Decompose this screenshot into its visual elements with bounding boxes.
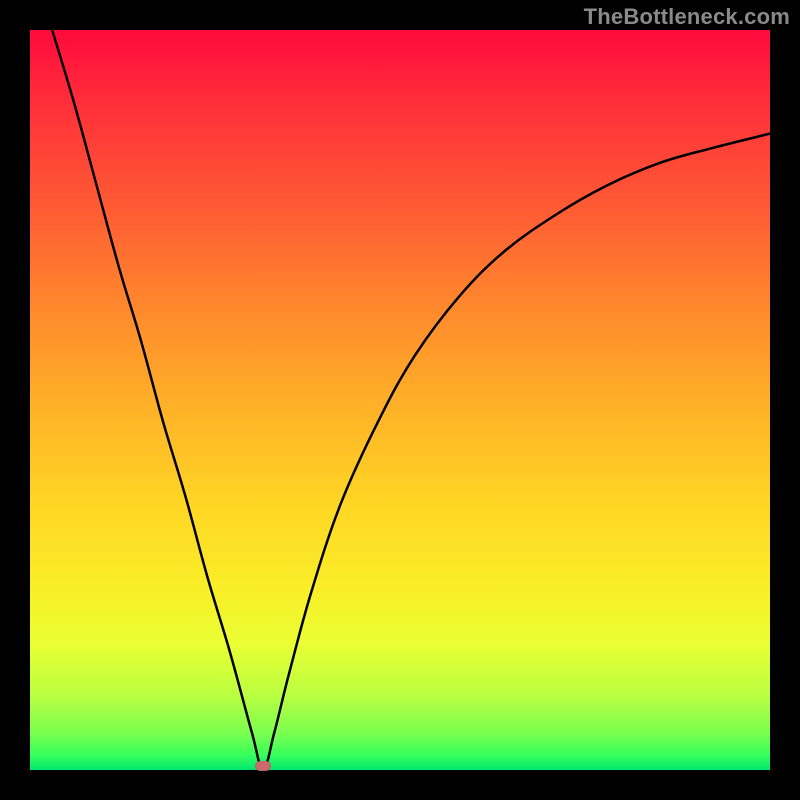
v-curve-path [52,30,770,770]
chart-container: TheBottleneck.com [0,0,800,800]
chart-curve [30,30,770,770]
watermark-text: TheBottleneck.com [584,4,790,30]
bottleneck-marker [255,761,271,771]
plot-area [30,30,770,770]
